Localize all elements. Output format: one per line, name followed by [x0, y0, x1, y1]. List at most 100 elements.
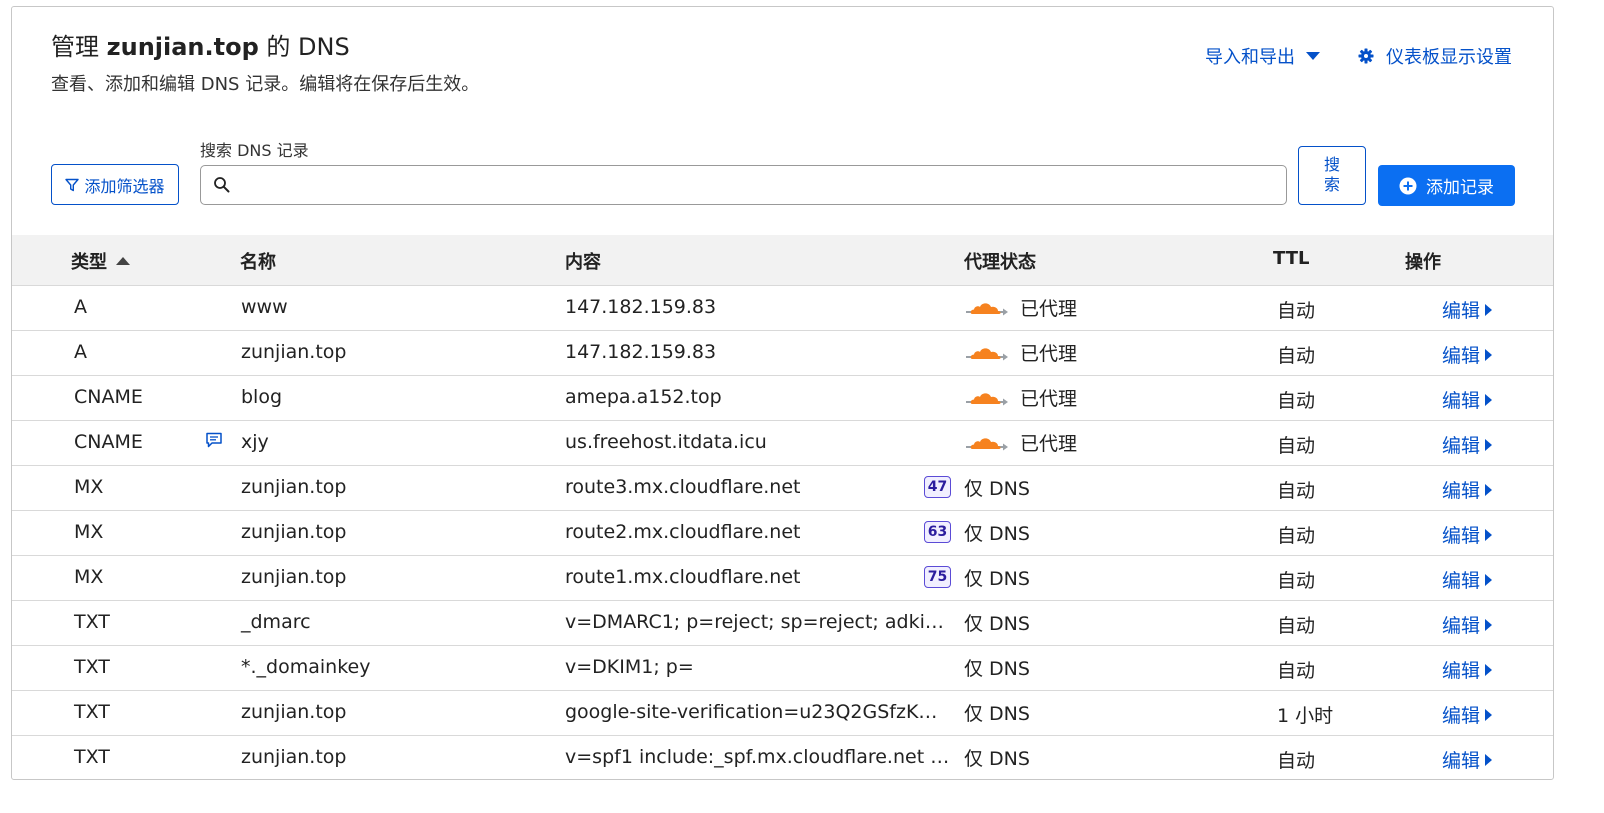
priority-badge: 63: [924, 521, 951, 543]
record-type: MX: [74, 476, 104, 498]
proxy-status-label: 仅 DNS: [964, 748, 1030, 770]
caret-right-icon: [1485, 573, 1493, 586]
edit-label: 编辑: [1442, 435, 1481, 457]
add-filter-button[interactable]: 添加筛选器: [51, 164, 179, 205]
table-row[interactable]: TXT *._domainkey v=DKIM1; p= 仅 DNS 自动 编辑: [12, 646, 1553, 691]
comment-icon[interactable]: [205, 432, 223, 448]
record-name: www: [241, 296, 288, 318]
record-content: route3.mx.cloudflare.net: [565, 476, 801, 498]
table-row[interactable]: TXT zunjian.top v=spf1 include:_spf.mx.clo…: [12, 736, 1553, 779]
search-button[interactable]: 搜 索: [1298, 146, 1366, 205]
dashboard-settings-link[interactable]: 仪表板显示设置: [1358, 43, 1512, 69]
cloud-proxied-icon: [966, 347, 1008, 360]
column-header-action: 操作: [1405, 252, 1441, 273]
edit-record-link[interactable]: 编辑: [1442, 611, 1493, 638]
table-row[interactable]: CNAME blog amepa.a152.top 已代理 自动 编辑: [12, 376, 1553, 421]
table-header: 类型 名称 内容 代理状态 TTL 操作: [12, 235, 1553, 286]
record-name: zunjian.top: [241, 341, 347, 363]
edit-record-link[interactable]: 编辑: [1442, 701, 1493, 728]
proxy-status: 仅 DNS: [964, 699, 1030, 726]
caret-right-icon: [1485, 483, 1493, 496]
table-row[interactable]: MX zunjian.top route3.mx.cloudflare.net 47 仅…: [12, 466, 1553, 511]
table-row[interactable]: Azunjian.top 147.182.159.83 已代理 自动 编辑: [12, 331, 1553, 376]
priority-badge: 75: [924, 566, 951, 588]
column-header-type[interactable]: 类型: [71, 248, 131, 274]
import-export-link[interactable]: 导入和导出: [1205, 43, 1321, 69]
record-ttl: 1 小时: [1277, 705, 1334, 727]
edit-record-link[interactable]: 编辑: [1442, 386, 1493, 413]
edit-record-link[interactable]: 编辑: [1442, 656, 1493, 683]
record-type: A: [74, 341, 87, 363]
record-ttl: 自动: [1277, 525, 1316, 547]
cloud-proxied-icon: [966, 437, 1008, 450]
cloud-proxied-icon: [966, 302, 1008, 315]
record-name: zunjian.top: [241, 476, 347, 498]
add-record-label: 添加记录: [1426, 178, 1494, 198]
proxy-status: 已代理: [964, 294, 1077, 321]
add-record-button[interactable]: 添加记录: [1378, 165, 1515, 206]
record-ttl: 自动: [1277, 615, 1316, 637]
edit-label: 编辑: [1442, 525, 1481, 547]
proxy-status-label: 仅 DNS: [964, 703, 1030, 725]
table-row[interactable]: Awww 147.182.159.83 已代理 自动 编辑: [12, 286, 1553, 331]
table-row[interactable]: CNAME xjy us.freehost.itdata.icu 已代理 自动 编辑: [12, 421, 1553, 466]
proxy-status-label: 仅 DNS: [964, 613, 1030, 635]
table-row[interactable]: TXT zunjian.top google-site-verification=u…: [12, 691, 1553, 736]
sort-ascending-icon: [116, 257, 130, 265]
column-header-content: 内容: [565, 252, 601, 273]
record-name: _dmarc: [241, 611, 311, 633]
caret-right-icon: [1485, 348, 1493, 361]
table-row[interactable]: TXT _dmarc v=DMARC1; p=reject; sp=reject; …: [12, 601, 1553, 646]
search-input[interactable]: [241, 172, 1275, 200]
record-name: *._domainkey: [241, 656, 371, 678]
column-header-ttl: TTL: [1273, 248, 1310, 269]
caret-right-icon: [1485, 618, 1493, 631]
edit-record-link[interactable]: 编辑: [1442, 341, 1493, 368]
caret-down-icon: [1306, 52, 1320, 60]
proxy-status-label: 仅 DNS: [964, 523, 1030, 545]
record-content: google-site-verification=u23Q2GSfzKXi...: [565, 701, 950, 723]
caret-right-icon: [1485, 528, 1493, 541]
edit-record-link[interactable]: 编辑: [1442, 746, 1493, 773]
record-content: v=DMARC1; p=reject; sp=reject; adkim...: [565, 611, 950, 633]
record-content: route2.mx.cloudflare.net: [565, 521, 801, 543]
proxy-status: 仅 DNS: [964, 654, 1030, 681]
proxy-status-label: 仅 DNS: [964, 568, 1030, 590]
record-content: 147.182.159.83: [565, 296, 717, 318]
search-button-line2: 索: [1323, 175, 1340, 194]
edit-record-link[interactable]: 编辑: [1442, 431, 1493, 458]
edit-record-link[interactable]: 编辑: [1442, 476, 1493, 503]
record-ttl: 自动: [1277, 660, 1316, 682]
edit-label: 编辑: [1442, 660, 1481, 682]
edit-record-link[interactable]: 编辑: [1442, 521, 1493, 548]
page-title: 管理 zunjian.top 的 DNS: [51, 27, 350, 62]
search-label: 搜索 DNS 记录: [200, 141, 309, 160]
record-type: TXT: [74, 656, 110, 678]
record-ttl: 自动: [1277, 750, 1316, 772]
edit-label: 编辑: [1442, 480, 1481, 502]
record-ttl: 自动: [1277, 345, 1316, 367]
search-button-line1: 搜: [1323, 155, 1340, 174]
caret-right-icon: [1485, 663, 1493, 676]
record-name: zunjian.top: [241, 521, 347, 543]
record-type: MX: [74, 521, 104, 543]
column-header-name: 名称: [240, 252, 276, 273]
table-row[interactable]: MX zunjian.top route2.mx.cloudflare.net 63 仅…: [12, 511, 1553, 556]
table-row[interactable]: MX zunjian.top route1.mx.cloudflare.net 75 仅…: [12, 556, 1553, 601]
edit-label: 编辑: [1442, 705, 1481, 727]
edit-record-link[interactable]: 编辑: [1442, 296, 1493, 323]
proxy-status: 仅 DNS: [964, 474, 1030, 501]
proxy-status: 仅 DNS: [964, 519, 1030, 546]
record-type: TXT: [74, 746, 110, 768]
caret-right-icon: [1485, 393, 1493, 406]
edit-record-link[interactable]: 编辑: [1442, 566, 1493, 593]
record-type: CNAME: [74, 386, 143, 408]
record-name: zunjian.top: [241, 566, 347, 588]
proxy-status: 仅 DNS: [964, 609, 1030, 636]
search-field[interactable]: [200, 165, 1287, 205]
filter-icon: [65, 178, 80, 191]
proxy-status: 已代理: [964, 429, 1077, 456]
record-type: CNAME: [74, 431, 143, 453]
record-type: TXT: [74, 611, 110, 633]
dns-records-panel: 管理 zunjian.top 的 DNS 查看、添加和编辑 DNS 记录。编辑将…: [11, 6, 1554, 780]
